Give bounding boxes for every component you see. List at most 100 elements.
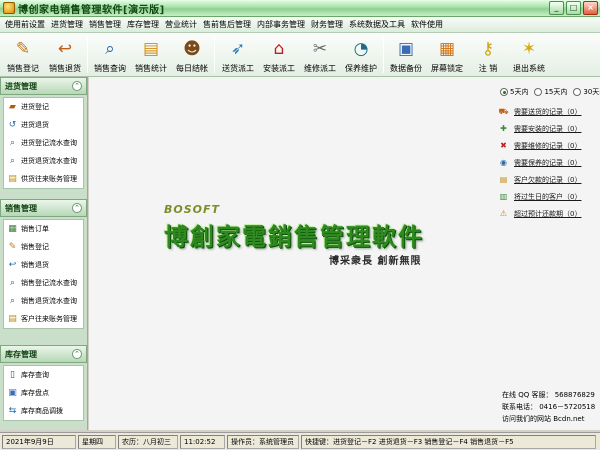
radio-button[interactable] [534,88,543,96]
range-option[interactable]: 30天内 [573,87,600,97]
toolbar-button[interactable]: ✂ 维修派工 [300,35,340,75]
send-icon: ➶ [230,39,246,59]
menu-item[interactable]: 库存管理 [124,19,162,30]
window-controls: _ □ × [549,1,598,15]
toolbar-button-label: 保养维护 [345,64,377,73]
inventory-icon: ▣ [8,387,17,398]
menu-item[interactable]: 系统数据及工具 [346,19,408,30]
sidebar-group-body: ▯ 库存查询 ▣ 库存盘点 ⇆ 库存商品调拨 [3,365,84,421]
reminder-item[interactable]: ⚠ 超过预计还款期（0） [498,205,598,222]
sidebar-group-header[interactable]: 库存管理 ⌃ [0,345,87,363]
reminder-link[interactable]: 需要保养的记录（0） [514,158,581,168]
sidebar-item[interactable]: ▤ 客户往来账务管理 [4,310,83,328]
toolbar-button-label: 屏幕锁定 [431,64,463,73]
sidebar-item-label: 进货退货流水查询 [21,157,77,165]
collapse-chevron-icon[interactable]: ⌃ [72,203,82,213]
status-weekday: 星期四 [78,434,116,449]
order-icon: ▦ [8,223,17,234]
sidebar-item[interactable]: ▰ 进货登记 [4,98,83,116]
reminder-link[interactable]: 客户欠款的记录（0） [514,175,581,185]
window-title: 博创家电销售管理软件[演示版] [18,4,165,16]
menu-item[interactable]: 进货管理 [48,19,86,30]
sidebar-item[interactable]: ⌕ 进货退货流水查询 [4,152,83,170]
sidebar-item[interactable]: ⌕ 进货登记流水查询 [4,134,83,152]
contact-info: 在线 QQ 客服： 568876829 联系电话： 0416－5720518 访… [502,389,595,425]
sidebar-group-title: 进货管理 [5,81,37,91]
reminder-link[interactable]: 超过预计还款期（0） [514,209,581,219]
range-option-label: 5天内 [510,88,529,96]
reminder-link[interactable]: 需要安装的记录（0） [514,124,581,134]
radio-button[interactable] [573,88,582,96]
toolbar-button[interactable]: ⌕ 销售查询 [90,35,130,75]
sidebar-item[interactable]: ✎ 销售登记 [4,238,83,256]
reminder-item[interactable]: ◉ 需要保养的记录（0） [498,154,598,171]
toolbar-button-label: 送货派工 [222,64,254,73]
menu-item[interactable]: 内部事务管理 [254,19,308,30]
toolbar-button[interactable]: ⚷ 注 销 [468,35,508,75]
contact-site-link[interactable]: 访问我们的网站 Bcdn.net [502,413,595,425]
gauge-icon: ◔ [353,39,369,59]
range-option[interactable]: 5天内 [500,87,528,97]
sidebar-item[interactable]: ↩ 销售退货 [4,256,83,274]
sidebar-item[interactable]: ▤ 供货往来账务管理 [4,170,83,188]
sidebar-item[interactable]: ▣ 库存盘点 [4,384,83,402]
toolbar-button[interactable]: ◔ 保养维护 [341,35,381,75]
sidebar: 进货管理 ⌃ ▰ 进货登记 ↺ 进货退货 ⌕ 进货登记流水查询 ⌕ 进货退货流水查询 ▤ 供货往来账务… [0,77,88,430]
toolbar-button[interactable]: ☻ 每日结帐 [172,35,212,75]
sidebar-item[interactable]: ▯ 库存查询 [4,366,83,384]
sidebar-item[interactable]: ⇆ 库存商品调拨 [4,402,83,420]
minimize-button[interactable]: _ [549,1,564,15]
toolbar-button[interactable]: ✎ 销售登记 [3,35,43,75]
reminder-link[interactable]: 需要维修的记录（0） [514,141,581,151]
range-option[interactable]: 15天内 [534,87,567,97]
menu-item[interactable]: 销售管理 [86,19,124,30]
reminder-item[interactable]: ▥ 将过生日的客户（0） [498,188,598,205]
lock-screen-icon: ▦ [438,39,456,59]
sidebar-item[interactable]: ⌕ 销售登记流水查询 [4,274,83,292]
sidebar-item[interactable]: ▦ 销售订单 [4,220,83,238]
truck-icon: ⛟ [498,106,509,116]
sidebar-item-label: 客户往来账务管理 [21,315,77,323]
menu-item[interactable]: 软件使用 [408,19,446,30]
return-icon: ↺ [8,119,17,130]
sidebar-item[interactable]: ⌕ 销售退货流水查询 [4,292,83,310]
toolbar-button[interactable]: ✶ 退出系统 [509,35,549,75]
sidebar-item-label: 进货登记流水查询 [21,139,77,147]
reminder-link[interactable]: 需要送货的记录（0） [514,107,581,117]
reminder-link[interactable]: 将过生日的客户（0） [514,192,581,202]
maximize-button[interactable]: □ [566,1,581,15]
collapse-chevron-icon[interactable]: ⌃ [72,81,82,91]
reminder-item[interactable]: ✚ 需要安装的记录（0） [498,120,598,137]
magnifier-icon: ⌕ [105,39,115,59]
toolbar-button[interactable]: ⌂ 安装派工 [259,35,299,75]
sidebar-item[interactable]: ↺ 进货退货 [4,116,83,134]
document-icon: ▯ [10,369,15,380]
sidebar-group-header[interactable]: 进货管理 ⌃ [0,77,87,95]
menu-item[interactable]: 营业统计 [162,19,200,30]
menu-item[interactable]: 财务管理 [308,19,346,30]
wrench-icon: ✂ [312,39,328,59]
toolbar-separator [214,37,215,73]
range-selector: 5天内 15天内 30天内 [500,87,600,97]
magnifier-icon: ⌕ [9,155,16,166]
reminder-item[interactable]: ▤ 客户欠款的记录（0） [498,171,598,188]
toolbar-button[interactable]: ▦ 屏幕锁定 [427,35,467,75]
radio-button[interactable] [500,88,508,96]
reminder-item[interactable]: ✖ 需要维修的记录（0） [498,137,598,154]
toolbar-button[interactable]: ↩ 销售退货 [45,35,85,75]
repair-icon: ✖ [500,141,507,150]
toolbar-button[interactable]: ➶ 送货派工 [218,35,258,75]
menu-item[interactable]: 售前售后管理 [200,19,254,30]
collapse-chevron-icon[interactable]: ⌃ [72,349,82,359]
notebook-icon: ▰ [9,101,16,112]
toolbar-separator [383,37,384,73]
close-button[interactable]: × [583,1,598,15]
sidebar-group-header[interactable]: 销售管理 ⌃ [0,199,87,217]
toolbar-separator [87,37,88,73]
toolbar-button[interactable]: ▣ 数据备份 [386,35,426,75]
toolbar-button[interactable]: ▤ 销售统计 [131,35,171,75]
reminder-item[interactable]: ⛟ 需要送货的记录（0） [498,103,598,120]
status-operator: 操作员：系统管理员 [227,434,299,449]
title-bar: 博创家电销售管理软件[演示版] _ □ × [0,0,600,17]
menu-item[interactable]: 使用前设置 [2,19,48,30]
